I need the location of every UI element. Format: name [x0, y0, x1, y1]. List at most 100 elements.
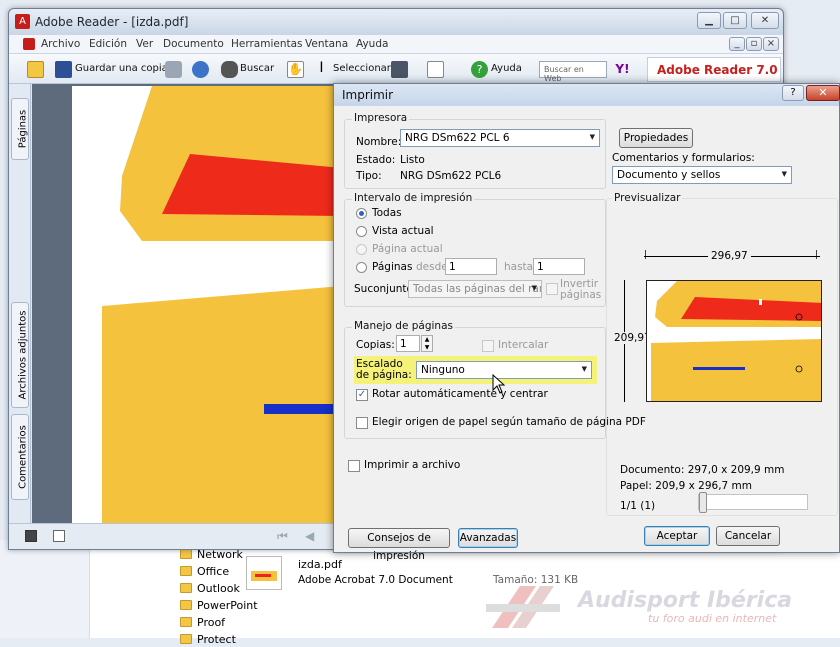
tab-attachments[interactable]: Archivos adjuntos [11, 302, 29, 408]
copies-spinner[interactable]: ▲ ▼ [421, 335, 433, 352]
save-icon[interactable] [55, 61, 72, 78]
binoculars-icon[interactable] [221, 61, 238, 78]
subset-select[interactable]: Todas las páginas del rango [408, 280, 542, 298]
tab-comments[interactable]: Comentarios [11, 414, 29, 500]
range-all-radio[interactable] [356, 208, 367, 219]
select-tool-button[interactable]: Seleccionar [333, 63, 391, 74]
page-layout-icon[interactable] [427, 61, 444, 78]
doc-minimize-button[interactable]: _ [729, 37, 745, 51]
audisport-logo-icon [486, 586, 560, 628]
auto-rotate-checkbox[interactable]: ✓ [356, 389, 368, 401]
menu-documento[interactable]: Documento [163, 38, 224, 50]
scaling-label: Escalado de página: [356, 358, 412, 381]
printer-group-label: Impresora [352, 112, 410, 124]
doc-close-button[interactable]: × [763, 37, 779, 51]
printer-status-value: Listo [400, 154, 425, 166]
range-current-view-radio[interactable] [356, 226, 367, 237]
collate-checkbox[interactable] [482, 340, 494, 352]
range-to-input[interactable]: 1 [533, 258, 585, 275]
print-dialog-title-bar[interactable]: Imprimir ? ✕ [334, 84, 840, 106]
auto-rotate-label: Rotar automáticamente y centrar [372, 388, 548, 400]
print-to-file-checkbox[interactable] [348, 460, 360, 472]
cancel-button[interactable]: Cancelar [716, 526, 780, 546]
printer-type-value: NRG DSm622 PCL6 [400, 170, 502, 182]
properties-button[interactable]: Propiedades [619, 128, 693, 148]
advanced-button[interactable]: Avanzadas [458, 528, 518, 548]
range-current-page-label: Página actual [372, 243, 443, 255]
folder-icon [180, 617, 192, 627]
range-pages-radio[interactable] [356, 262, 367, 273]
toolbar: Guardar una copia Buscar ✋ I Seleccionar… [9, 54, 783, 84]
document-view[interactable] [32, 84, 342, 524]
dialog-title: Imprimir [342, 88, 394, 102]
paper-source-checkbox[interactable] [356, 417, 368, 429]
snapshot-icon[interactable] [391, 61, 408, 78]
collate-label: Intercalar [498, 339, 549, 351]
folder-icon [180, 634, 192, 644]
print-tips-button[interactable]: Consejos de impresión [348, 528, 450, 562]
menu-archivo[interactable]: Archivo [41, 38, 80, 50]
copies-input[interactable]: 1 [396, 335, 420, 352]
text-select-icon[interactable]: I [313, 61, 330, 78]
printer-status-label: Estado: [356, 154, 396, 166]
preview-page [646, 280, 822, 402]
paper-source-label: Elegir origen de papel según tamaño de p… [372, 416, 646, 428]
folder-icon [180, 583, 192, 593]
yahoo-icon[interactable]: Y! [614, 61, 631, 78]
range-to-label: hasta: [504, 261, 537, 273]
open-folder-icon[interactable] [27, 61, 44, 78]
print-dialog: Imprimir ? ✕ Impresora Nombre: NRG DSm62… [333, 83, 840, 562]
single-page-icon[interactable] [25, 530, 37, 542]
preview-width: 296,97 [708, 250, 751, 262]
printer-name-select[interactable]: NRG DSm622 PCL 6 [400, 129, 600, 147]
accept-button[interactable]: Aceptar [644, 526, 710, 546]
search-web-input[interactable]: Buscar en Web [539, 61, 607, 83]
folder-proof[interactable]: Proof [180, 614, 225, 630]
file-type: Adobe Acrobat 7.0 Document [298, 574, 453, 586]
doc-restore-button[interactable]: ▫ [746, 37, 762, 51]
menu-herramientas[interactable]: Herramientas [231, 38, 303, 50]
dialog-help-button[interactable]: ? [782, 85, 804, 101]
reader-title-bar[interactable]: A Adobe Reader - [izda.pdf] ▁ □ ✕ [9, 9, 783, 35]
folder-office[interactable]: Office [180, 563, 229, 579]
folder-protect[interactable]: Protect [180, 631, 236, 647]
navigation-pane: Páginas Archivos adjuntos Comentarios [9, 84, 31, 529]
invert-pages-checkbox[interactable] [546, 283, 558, 295]
menu-ventana[interactable]: Ventana [305, 38, 348, 50]
printer-type-label: Tipo: [356, 170, 382, 182]
range-from-input[interactable]: 1 [445, 258, 497, 275]
preview-page-slider[interactable] [698, 492, 808, 513]
print-range-label: Intervalo de impresión [352, 192, 475, 204]
range-current-page-radio[interactable] [356, 244, 367, 255]
tab-pages[interactable]: Páginas [11, 98, 29, 160]
page-handling-label: Manejo de páginas [352, 320, 455, 332]
print-to-file-label: Imprimir a archivo [364, 459, 461, 471]
minimize-button[interactable]: ▁ [697, 12, 721, 29]
preview-label: Previsualizar [612, 192, 683, 204]
prev-page-icon[interactable]: ◀ [305, 529, 314, 543]
menu-ver[interactable]: Ver [136, 38, 153, 50]
menu-ayuda[interactable]: Ayuda [356, 38, 388, 50]
first-page-icon[interactable]: ⏮ [277, 529, 288, 544]
email-icon[interactable] [192, 61, 209, 78]
range-all-label: Todas [372, 207, 402, 219]
close-button[interactable]: ✕ [751, 12, 779, 29]
help-button[interactable]: Ayuda [491, 63, 522, 74]
save-copy-button[interactable]: Guardar una copia [75, 63, 168, 74]
range-pages-label: Páginas [372, 261, 413, 273]
search-button[interactable]: Buscar [240, 63, 274, 74]
copies-label: Copias: [356, 339, 395, 351]
maximize-button[interactable]: □ [723, 12, 747, 29]
menu-edicion[interactable]: Edición [89, 38, 127, 50]
printer-name-label: Nombre: [356, 136, 402, 148]
help-icon[interactable]: ? [471, 61, 488, 78]
folder-outlook[interactable]: Outlook [180, 580, 240, 596]
watermark: Audisport Ibérica tu foro audi en intern… [470, 582, 840, 638]
explorer-nav-pane [0, 540, 90, 638]
dialog-close-button[interactable]: ✕ [806, 85, 840, 101]
slider-thumb[interactable] [699, 492, 707, 513]
continuous-page-icon[interactable] [53, 530, 65, 542]
comments-forms-select[interactable]: Documento y sellos [612, 166, 792, 184]
hand-tool-icon[interactable]: ✋ [287, 61, 304, 78]
print-icon[interactable] [165, 61, 182, 78]
